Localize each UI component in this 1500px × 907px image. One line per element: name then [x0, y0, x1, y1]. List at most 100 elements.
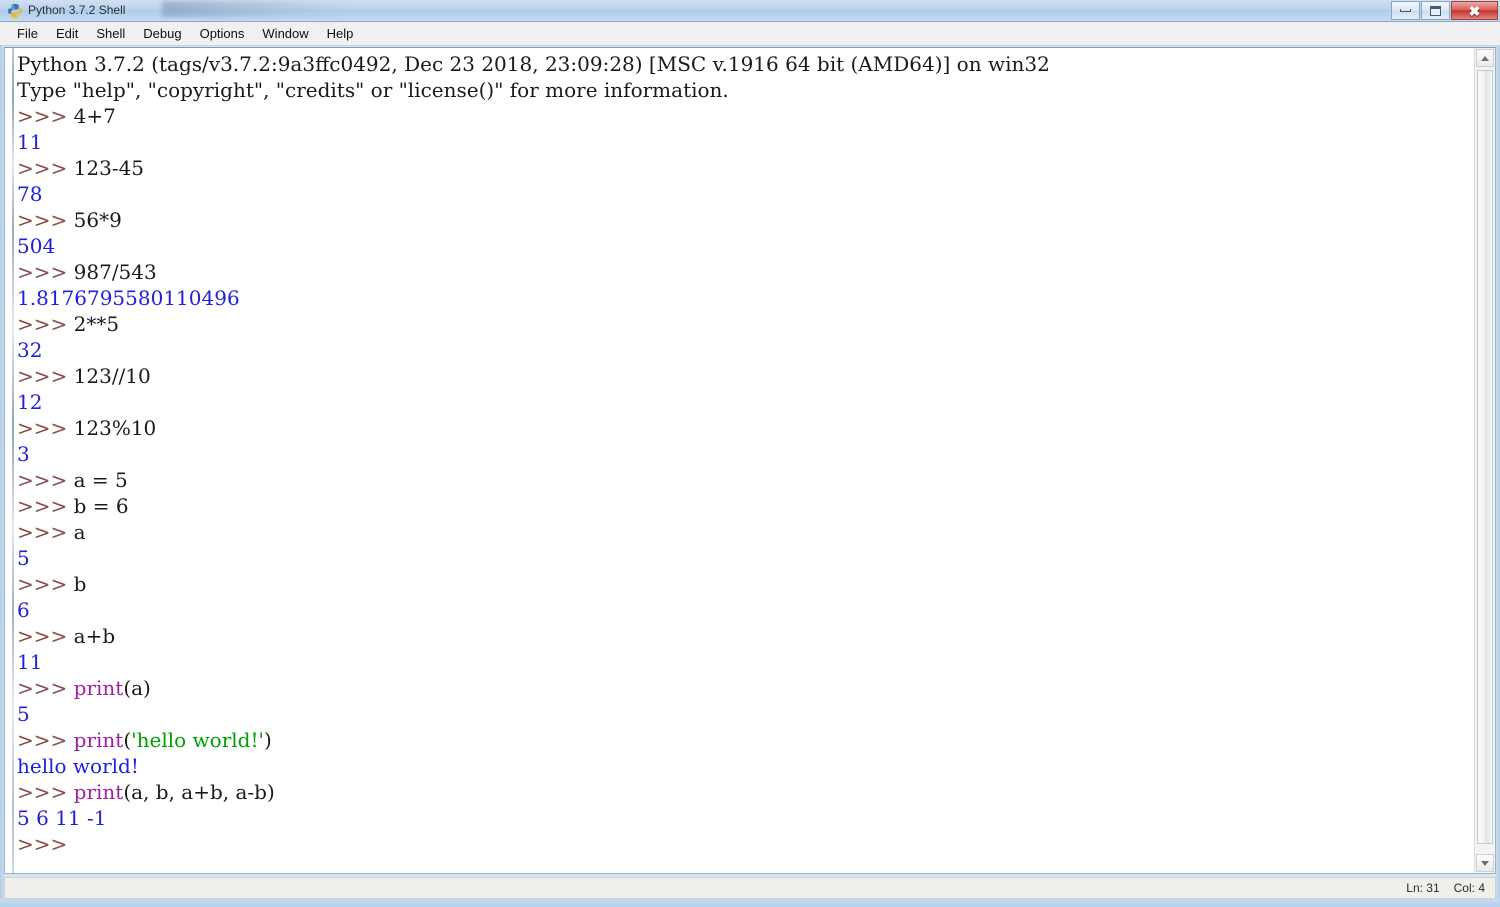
menu-item-options[interactable]: Options: [191, 23, 254, 44]
code-token: 123%10: [73, 416, 157, 440]
keyword-token: print: [73, 676, 124, 700]
window-frame-bottom: [0, 899, 1500, 907]
window-frame-left: [0, 46, 4, 907]
console-output-line: 5: [17, 545, 1495, 571]
code-token: 123//10: [73, 364, 151, 388]
minimize-button[interactable]: [1391, 1, 1420, 20]
close-button[interactable]: ✖: [1451, 1, 1498, 20]
code-token: b = 6: [73, 494, 129, 518]
keyword-token: print: [73, 780, 124, 804]
console-input-line: >>> a = 5: [17, 467, 1495, 493]
code-token: 2**5: [73, 312, 120, 336]
menu-item-shell[interactable]: Shell: [87, 23, 134, 44]
output-text: 6: [17, 598, 30, 622]
banner-text: Type "help", "copyright", "credits" or "…: [17, 78, 729, 102]
prompt-marker: >>>: [17, 572, 74, 596]
window-title: Python 3.7.2 Shell: [28, 3, 126, 17]
console-output-line: 3: [17, 441, 1495, 467]
console-input-line: >>> 56*9: [17, 207, 1495, 233]
prompt-marker: >>>: [17, 364, 74, 388]
output-text: 5: [17, 546, 30, 570]
output-text: 5: [17, 702, 30, 726]
output-text: 12: [17, 390, 43, 414]
code-token: a+b: [73, 624, 116, 648]
maximize-icon: [1430, 5, 1441, 16]
vertical-scrollbar-thumb[interactable]: [1477, 70, 1493, 844]
menu-item-debug[interactable]: Debug: [134, 23, 190, 44]
prompt-marker: >>>: [17, 156, 74, 180]
console-output-line: 5 6 11 -1: [17, 805, 1495, 831]
code-token: a: [73, 520, 86, 544]
console-output-line: 11: [17, 649, 1495, 675]
code-token: (: [123, 728, 132, 752]
console-input-line: >>> 123-45: [17, 155, 1495, 181]
scroll-down-button[interactable]: [1476, 854, 1494, 872]
titlebar: Python 3.7.2 Shell ✖: [0, 0, 1500, 22]
scroll-down-arrow-icon: [1481, 860, 1489, 866]
left-margin-indicator: [12, 48, 14, 873]
menu-item-window[interactable]: Window: [253, 23, 317, 44]
console-input-line: >>> 987/543: [17, 259, 1495, 285]
output-text: 5 6 11 -1: [17, 806, 107, 830]
console-output-line: 78: [17, 181, 1495, 207]
code-token: b: [73, 572, 87, 596]
console-output-line: 1.8176795580110496: [17, 285, 1495, 311]
menubar: File Edit Shell Debug Options Window Hel…: [0, 22, 1500, 46]
menu-item-file[interactable]: File: [8, 23, 47, 44]
console-output-line: hello world!: [17, 753, 1495, 779]
output-text: 504: [17, 234, 56, 258]
shell-console-text[interactable]: Python 3.7.2 (tags/v3.7.2:9a3ffc0492, De…: [17, 51, 1495, 857]
console-input-line: >>>: [17, 831, 1495, 857]
output-text: 11: [17, 650, 43, 674]
code-token: a = 5: [73, 468, 128, 492]
banner-line: Type "help", "copyright", "credits" or "…: [17, 77, 1495, 103]
close-icon: ✖: [1468, 2, 1481, 19]
code-token: (a, b, a+b, a-b): [123, 780, 275, 804]
console-output-line: 5: [17, 701, 1495, 727]
console-input-line: >>> b = 6: [17, 493, 1495, 519]
console-input-line: >>> b: [17, 571, 1495, 597]
prompt-marker: >>>: [17, 468, 74, 492]
menu-item-edit[interactable]: Edit: [47, 23, 87, 44]
console-output-line: 504: [17, 233, 1495, 259]
output-text: 11: [17, 130, 43, 154]
console-input-line: >>> 123//10: [17, 363, 1495, 389]
maximize-button[interactable]: [1421, 1, 1450, 20]
console-input-line: >>> print('hello world!'): [17, 727, 1495, 753]
code-token: 987/543: [73, 260, 157, 284]
titlebar-blurred-region: [162, 1, 352, 17]
menu-item-help[interactable]: Help: [318, 23, 363, 44]
console-input-line: >>> 2**5: [17, 311, 1495, 337]
prompt-marker: >>>: [17, 104, 74, 128]
string-token: 'hello world!': [131, 728, 265, 752]
code-token: 56*9: [73, 208, 122, 232]
code-token: (a): [123, 676, 151, 700]
code-token: ): [264, 728, 272, 752]
prompt-marker: >>>: [17, 624, 74, 648]
output-text: 78: [17, 182, 43, 206]
output-text: 1.8176795580110496: [17, 286, 240, 310]
prompt-marker: >>>: [17, 832, 74, 856]
console-input-line: >>> a+b: [17, 623, 1495, 649]
line-number-indicator: Ln: 31: [1406, 881, 1440, 895]
scroll-up-button[interactable]: [1476, 49, 1494, 67]
column-number-indicator: Col: 4: [1453, 881, 1485, 895]
output-text: hello world!: [17, 754, 139, 778]
shell-text-area[interactable]: Python 3.7.2 (tags/v3.7.2:9a3ffc0492, De…: [4, 47, 1496, 874]
prompt-marker: >>>: [17, 676, 74, 700]
console-input-line: >>> print(a): [17, 675, 1495, 701]
prompt-marker: >>>: [17, 780, 74, 804]
console-output-line: 11: [17, 129, 1495, 155]
output-text: 32: [17, 338, 43, 362]
idle-shell-window: Python 3.7.2 Shell ✖ File Edit Shell Deb…: [0, 0, 1500, 907]
banner-text: Python 3.7.2 (tags/v3.7.2:9a3ffc0492, De…: [17, 52, 1050, 76]
python-logo-icon: [8, 4, 22, 18]
vertical-scrollbar[interactable]: [1474, 48, 1495, 873]
console-input-line: >>> print(a, b, a+b, a-b): [17, 779, 1495, 805]
console-output-line: 6: [17, 597, 1495, 623]
code-token: 4+7: [73, 104, 116, 128]
statusbar: Ln: 31 Col: 4: [4, 877, 1496, 899]
prompt-marker: >>>: [17, 520, 74, 544]
prompt-marker: >>>: [17, 494, 74, 518]
prompt-marker: >>>: [17, 416, 74, 440]
